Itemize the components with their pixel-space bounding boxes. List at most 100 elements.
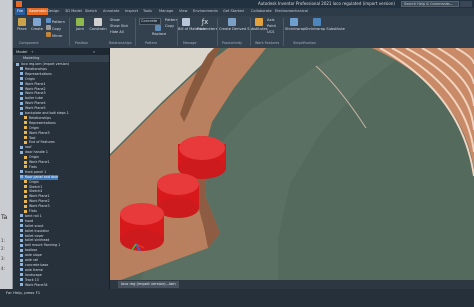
browser-tab-label: Modeling bbox=[23, 56, 40, 60]
browser-tree-item[interactable]: Work Plane34 bbox=[20, 283, 48, 288]
help-search-input[interactable]: Search Help & Commands... bbox=[401, 1, 459, 7]
pattern-button[interactable]: Pattern bbox=[46, 18, 65, 24]
parameters-button[interactable]: ƒx Parameters bbox=[197, 18, 218, 31]
tree-item-label: landscape bbox=[25, 272, 42, 277]
tree-node-icon bbox=[20, 111, 23, 115]
browser-title: Model bbox=[16, 49, 28, 54]
tree-item-label: axle rail bbox=[25, 258, 39, 262]
document-tab[interactable]: loco reg (import version)...iam bbox=[118, 281, 179, 288]
browser-add-icon[interactable]: + bbox=[31, 49, 34, 54]
plane-button[interactable] bbox=[253, 18, 265, 27]
status-text: For Help, press F1 bbox=[6, 290, 41, 295]
tab-view[interactable]: View bbox=[179, 9, 188, 13]
hide-all-label: Hide All bbox=[110, 30, 124, 34]
group-work-features: Work Features bbox=[255, 41, 280, 45]
show-sick-button[interactable]: Show Sick bbox=[110, 24, 132, 28]
axis-label: Axis bbox=[267, 18, 275, 22]
material-dropdown[interactable]: Concrete bbox=[139, 18, 161, 25]
constrain-button[interactable]: Constrain bbox=[89, 18, 107, 31]
show-button[interactable]: Show bbox=[110, 18, 128, 22]
tab-manage[interactable]: Manage bbox=[159, 9, 173, 13]
tree-node-icon bbox=[20, 150, 23, 154]
browser-tab[interactable]: Modeling bbox=[13, 55, 109, 62]
create-icon bbox=[33, 18, 41, 26]
ribbon-separator bbox=[217, 18, 218, 46]
tree-item-label: concrete base bbox=[25, 262, 49, 267]
mirror-button[interactable]: Mirror bbox=[46, 32, 64, 38]
bom-icon bbox=[182, 18, 190, 26]
3d-viewport[interactable] bbox=[110, 48, 474, 289]
tree-node-icon bbox=[24, 126, 27, 130]
tab-electromechanical[interactable]: Electromechanical bbox=[275, 9, 308, 13]
tree-item-label: Work Plane5 bbox=[25, 106, 46, 111]
tab-inspect[interactable]: Inspect bbox=[125, 9, 138, 13]
tab-annotate[interactable]: Annotate bbox=[103, 9, 119, 13]
tree-item-label: toilet cover bbox=[25, 233, 44, 238]
shrinkwrap-label: Shrinkwrap bbox=[285, 27, 306, 31]
tab-assemble[interactable]: Assemble bbox=[27, 8, 49, 15]
tree-item-label: bell mount flanning 1 bbox=[25, 243, 61, 248]
tree-node-icon bbox=[20, 106, 23, 110]
tab-get-started[interactable]: Get Started bbox=[223, 9, 244, 13]
tree-node-icon bbox=[20, 263, 23, 267]
tree-item-label: Relationships bbox=[25, 66, 47, 71]
browser-header: Model + ⌕ bbox=[13, 48, 109, 55]
pattern-icon bbox=[46, 18, 51, 23]
tree-node-icon bbox=[24, 185, 27, 188]
tab-tools[interactable]: Tools bbox=[143, 9, 152, 13]
tab-design[interactable]: Design bbox=[47, 9, 59, 13]
tab-3d-model[interactable]: 3D Model bbox=[65, 9, 82, 13]
ucs-button[interactable]: UCS bbox=[267, 30, 281, 34]
group-component: Component bbox=[19, 41, 39, 45]
tree-node-icon bbox=[20, 229, 23, 233]
tree-node-icon bbox=[24, 194, 27, 198]
ribbon-panel: Place Create Pattern Copy Mirror Joint C… bbox=[13, 16, 474, 48]
shrinkwrap-icon bbox=[290, 18, 298, 26]
joint-label: Joint bbox=[76, 27, 84, 31]
shrinkwrap-substitute-button[interactable]: Shrinkwrap Substitute bbox=[305, 18, 345, 31]
browser-search-icon[interactable]: ⌕ bbox=[93, 48, 95, 55]
replace-button[interactable]: Replace bbox=[152, 25, 166, 36]
tree-node-icon bbox=[24, 136, 27, 139]
replace-icon bbox=[155, 25, 161, 31]
tab-collaborate[interactable]: Collaborate bbox=[251, 9, 272, 13]
tree-node-icon bbox=[20, 170, 23, 174]
tree-item-label: floor panel and door bbox=[25, 174, 59, 179]
tree-node-icon bbox=[20, 77, 23, 81]
tree-item-label: Representations bbox=[29, 120, 56, 125]
pattern2-label: Pattern bbox=[165, 18, 178, 22]
tree-item-label: End of Features bbox=[29, 140, 55, 145]
constrain-label: Constrain bbox=[89, 27, 107, 31]
tree-item-label: Origin bbox=[29, 155, 39, 160]
copy-label: Copy bbox=[52, 27, 62, 31]
shrinkwrap-substitute-label: Shrinkwrap Substitute bbox=[305, 27, 345, 31]
tree-node-icon bbox=[20, 101, 23, 105]
shrinkwrap-button[interactable]: Shrinkwrap bbox=[285, 18, 306, 31]
tree-item-label: Work Plane2 bbox=[29, 199, 50, 204]
left-strip-item: 2: bbox=[1, 246, 5, 251]
tab-file[interactable]: File bbox=[15, 8, 26, 15]
create-derived-substitutes-button[interactable]: Create Derived Substitutes bbox=[219, 18, 268, 31]
window-controls[interactable] bbox=[460, 1, 472, 7]
tree-item-label: toilet insulator bbox=[25, 228, 49, 233]
bill-of-materials-button[interactable]: Bill of Materials bbox=[178, 18, 206, 31]
copy-button[interactable]: Copy bbox=[46, 25, 64, 31]
create-button[interactable]: Create bbox=[31, 18, 43, 31]
tree-node-icon bbox=[24, 121, 27, 125]
material-dropdown-value: Concrete bbox=[141, 19, 158, 23]
place-button[interactable]: Place bbox=[16, 18, 28, 31]
tree-node-icon bbox=[20, 253, 23, 257]
plane-icon bbox=[255, 18, 263, 26]
tree-item-label: Work Plane1 bbox=[29, 160, 50, 164]
tab-environments[interactable]: Environments bbox=[193, 9, 218, 13]
joint-button[interactable]: Joint bbox=[73, 18, 87, 31]
tab-sketch[interactable]: Sketch bbox=[85, 9, 97, 13]
tree-node-icon bbox=[24, 189, 27, 193]
group-productivity: Productivity bbox=[222, 41, 243, 45]
hide-all-button[interactable]: Hide All bbox=[110, 30, 132, 34]
point-button[interactable]: Point bbox=[267, 24, 281, 28]
tree-item-label: Origin bbox=[29, 125, 39, 130]
tree-node-icon bbox=[20, 268, 23, 272]
axis-button[interactable]: Axis bbox=[267, 18, 281, 22]
group-position: Position bbox=[75, 41, 89, 45]
